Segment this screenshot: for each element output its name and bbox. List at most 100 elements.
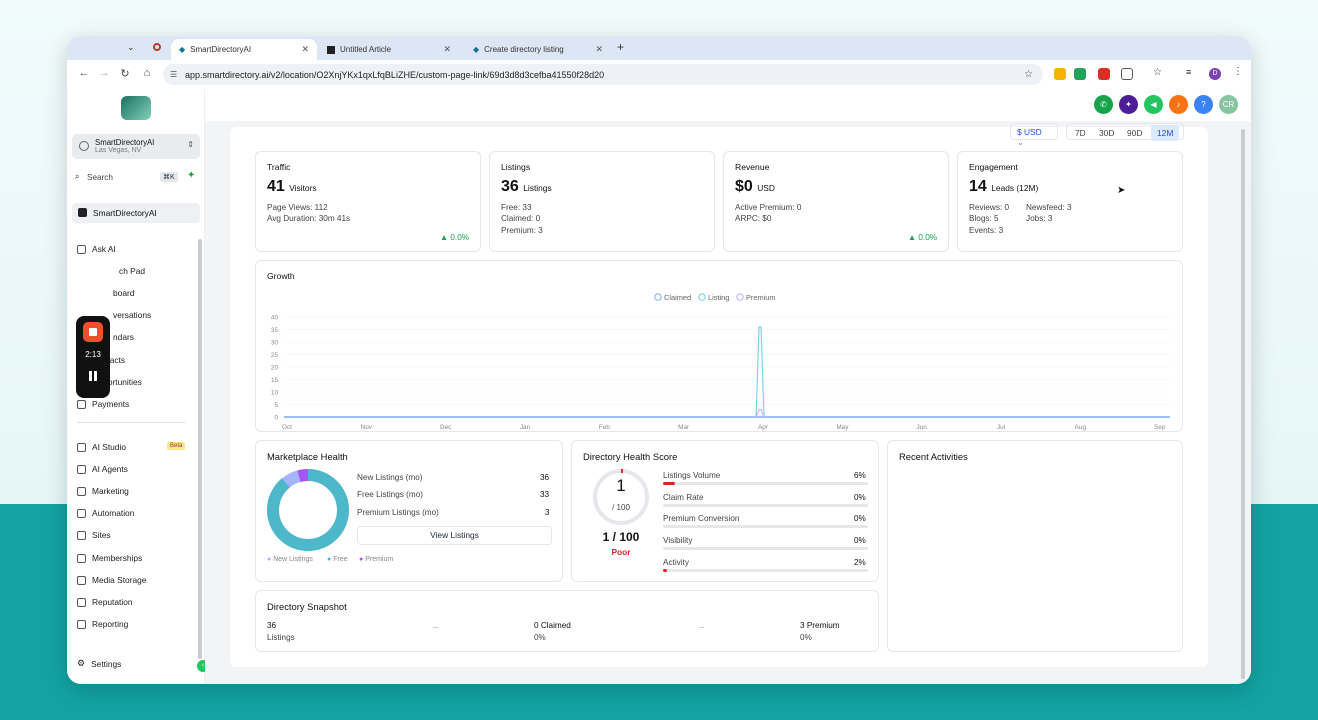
marketplace-donut [267, 469, 349, 551]
sidebar-item-dashboard[interactable]: board [113, 288, 134, 298]
metric-label: Free Listings (mo) [357, 490, 423, 499]
jobs-count: Jobs: 3 [1026, 214, 1053, 223]
y-tick-label: 0 [274, 415, 278, 422]
doc-icon [327, 45, 335, 54]
x-tick-label: Dec [440, 424, 452, 431]
url-field[interactable]: ☰ app.smartdirectory.ai/v2/location/O2Xn… [163, 64, 1043, 85]
listings-card: Listings 36 Listings Free: 33 Claimed: 0… [489, 151, 715, 252]
health-score: 1 [616, 476, 626, 495]
revenue-value: $0 USD [735, 178, 775, 196]
sidebar-item-calendars[interactable]: ndars [113, 332, 134, 342]
phone-icon[interactable]: ✆ [1094, 95, 1113, 114]
x-tick-label: Feb [599, 424, 610, 431]
new-tab-icon[interactable]: + [617, 40, 624, 54]
extension-icon[interactable] [1074, 68, 1086, 80]
url-text: app.smartdirectory.ai/v2/location/O2XnjY… [185, 69, 605, 80]
engagement-card: Engagement 14 Leads (12M) Reviews: 0 New… [957, 151, 1183, 252]
x-tick-label: Jan [520, 424, 531, 431]
search-bar[interactable]: ⌕ Search ⌘K [72, 171, 178, 186]
ai-sparkle-icon[interactable]: ✦ [1119, 95, 1138, 114]
metric-unit: Listings [523, 183, 552, 193]
sparkle-icon[interactable]: ✦ [187, 170, 195, 181]
sidebar: SmartDirectoryAI Las Vegas, NV ⇕ ⌕ Searc… [67, 89, 209, 684]
x-tick-label: May [836, 424, 849, 431]
health-metric-bar [663, 525, 868, 528]
tab-create-directory[interactable]: ◆ Create directory listing ✕ [465, 39, 611, 60]
reload-icon[interactable]: ↻ [118, 67, 132, 80]
stop-recording-button[interactable] [83, 322, 103, 342]
tab-list-icon[interactable]: ⌄ [127, 42, 135, 53]
profile-avatar[interactable]: D [1209, 68, 1221, 80]
range-90d[interactable]: 90D [1121, 125, 1148, 141]
metric-unit: Leads (12M) [991, 183, 1039, 193]
arrow-right-icon: → [431, 622, 440, 631]
company-item[interactable]: SmartDirectoryAI [72, 203, 200, 223]
extension-icon[interactable] [1098, 68, 1110, 80]
tab-smartdirectory[interactable]: ◆ SmartDirectoryAI ✕ [171, 39, 317, 60]
directory-snapshot-card: Directory Snapshot 36 Listings → 0 Claim… [255, 590, 879, 652]
range-7d[interactable]: 7D [1069, 125, 1092, 141]
pause-icon[interactable] [89, 371, 97, 381]
sidebar-item-marketing[interactable]: Marketing [77, 486, 129, 496]
sidebar-item-media-storage[interactable]: Media Storage [77, 575, 146, 585]
snapshot-label: 0% [534, 633, 546, 642]
sidebar-item-ai-agents[interactable]: AI Agents [77, 464, 128, 474]
sparkle-icon [77, 244, 86, 254]
bell-icon[interactable]: ♪ [1169, 95, 1188, 114]
back-icon[interactable]: ← [77, 67, 91, 79]
sidebar-item-settings[interactable]: ⚙ Settings [77, 658, 121, 669]
metric-label: Premium Listings (mo) [357, 508, 439, 517]
health-metric-value: 0% [854, 493, 866, 502]
sidebar-item-reputation[interactable]: Reputation [77, 597, 133, 607]
sidebar-item-ask-ai[interactable]: Ask AI [77, 244, 116, 254]
site-info-icon[interactable]: ☰ [170, 70, 177, 79]
extension-icon[interactable] [1054, 68, 1066, 80]
sidebar-item-label: Sites [92, 530, 111, 540]
card-title: Traffic [267, 162, 291, 172]
range-selector: 7D 30D 90D 12M [1066, 123, 1184, 141]
sidebar-item-payments[interactable]: Payments [77, 399, 129, 409]
y-tick-label: 40 [271, 315, 279, 322]
sidebar-scrollbar[interactable] [198, 239, 202, 659]
sidebar-item-automation[interactable]: Automation [77, 508, 134, 518]
sidebar-item-launch-pad[interactable]: ch Pad [119, 266, 145, 276]
search-placeholder: Search [87, 173, 113, 182]
puzzle-icon[interactable] [1121, 68, 1133, 80]
sidebar-item-sites[interactable]: Sites [77, 530, 111, 540]
legend-dot: ● [327, 556, 332, 563]
range-12m[interactable]: 12M [1151, 125, 1180, 141]
card-title: Directory Snapshot [267, 601, 347, 612]
legend-free: ● Free [327, 556, 348, 563]
megaphone-icon[interactable]: ◀ [1144, 95, 1163, 114]
home-icon[interactable]: ⌂ [140, 67, 154, 79]
forward-icon[interactable]: → [97, 67, 111, 79]
x-tick-label: Nov [361, 424, 373, 431]
user-avatar[interactable]: CR [1219, 95, 1238, 114]
close-icon[interactable]: ✕ [301, 44, 309, 55]
search-shortcut: ⌘K [160, 172, 178, 182]
main-scrollbar[interactable] [1241, 129, 1245, 679]
star-icon[interactable]: ☆ [1153, 67, 1162, 78]
bookmark-star-icon[interactable]: ☆ [1024, 69, 1033, 80]
legend-label: New Listings [273, 556, 313, 563]
help-icon[interactable]: ? [1194, 95, 1213, 114]
view-listings-button[interactable]: View Listings [357, 526, 552, 545]
sidebar-item-conversations[interactable]: versations [113, 310, 151, 320]
media-icon[interactable]: ≡ [1186, 67, 1191, 77]
close-icon[interactable]: ✕ [595, 44, 603, 55]
health-metric-value: 6% [854, 471, 866, 480]
sidebar-item-memberships[interactable]: Memberships [77, 553, 142, 563]
sidebar-item-reporting[interactable]: Reporting [77, 619, 128, 629]
tab-untitled-article[interactable]: Untitled Article ✕ [319, 39, 459, 60]
currency-select[interactable]: $ USD ⌄ [1010, 123, 1058, 147]
range-30d[interactable]: 30D [1093, 125, 1120, 141]
menu-icon[interactable]: ⋮ [1233, 66, 1243, 77]
legend-dot: ● [267, 556, 272, 563]
tab-label: Create directory listing [484, 45, 564, 54]
account-switcher[interactable]: SmartDirectoryAI Las Vegas, NV ⇕ [72, 134, 200, 159]
legend-label: Claimed [664, 293, 691, 302]
close-icon[interactable]: ✕ [443, 44, 451, 55]
sidebar-item-ai-studio[interactable]: AI Studio [77, 442, 126, 452]
health-metric-fill [663, 482, 676, 485]
x-tick-label: Aug [1075, 424, 1087, 431]
